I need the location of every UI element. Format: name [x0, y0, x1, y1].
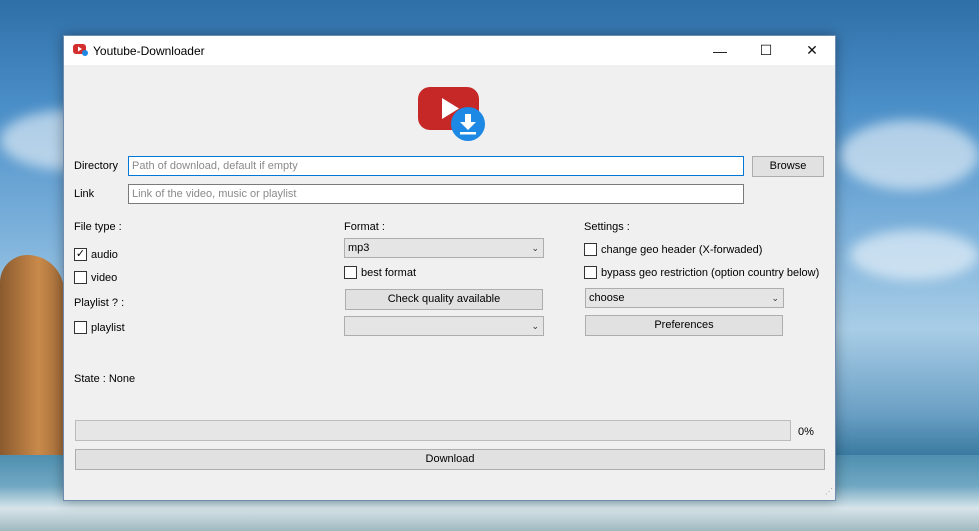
- country-selected: choose: [589, 292, 625, 304]
- state-text: State : None: [74, 373, 136, 385]
- progress-percent: 0%: [798, 426, 814, 438]
- youtube-download-logo: [418, 87, 485, 141]
- preferences-button[interactable]: Preferences: [585, 315, 783, 336]
- playlist-label: playlist: [91, 321, 125, 334]
- settings-heading: Settings :: [584, 221, 630, 233]
- chevron-down-icon: ⌄: [771, 293, 779, 303]
- video-label: video: [91, 271, 118, 284]
- resize-grip-icon[interactable]: ⋰: [823, 488, 833, 498]
- geo-header-checkbox[interactable]: change geo header (X-forwaded): [584, 243, 762, 256]
- best-format-label: best format: [361, 266, 417, 279]
- format-select[interactable]: mp3 ⌄: [344, 238, 544, 258]
- audio-checkbox-box[interactable]: ✓: [74, 248, 87, 261]
- format-selected: mp3: [348, 242, 370, 254]
- link-label: Link: [74, 188, 95, 200]
- geo-header-label: change geo header (X-forwaded): [601, 243, 763, 256]
- close-button[interactable]: ✕: [789, 36, 835, 65]
- title-bar[interactable]: Youtube-Downloader — ☐ ✕: [64, 36, 835, 65]
- playlist-heading: Playlist ? :: [74, 297, 125, 309]
- link-input[interactable]: [128, 184, 744, 204]
- download-button[interactable]: Download: [75, 449, 825, 470]
- playlist-checkbox-box[interactable]: [74, 321, 87, 334]
- geo-header-checkbox-box[interactable]: [584, 243, 597, 256]
- checkmark-icon: ✓: [75, 248, 86, 260]
- directory-label: Directory: [74, 160, 119, 172]
- chevron-down-icon: ⌄: [531, 321, 539, 331]
- minimize-icon: —: [713, 42, 727, 59]
- directory-input[interactable]: [128, 156, 744, 176]
- bypass-geo-checkbox-box[interactable]: [584, 266, 597, 279]
- download-progress-bar: [75, 420, 791, 441]
- country-select[interactable]: choose ⌄: [585, 288, 784, 308]
- close-icon: ✕: [806, 42, 818, 58]
- maximize-button[interactable]: ☐: [743, 36, 789, 65]
- youtube-download-icon: [73, 44, 88, 56]
- audio-checkbox[interactable]: ✓ audio: [74, 248, 118, 261]
- quality-select[interactable]: ⌄: [344, 316, 544, 336]
- browse-button[interactable]: Browse: [752, 156, 824, 177]
- window-title: Youtube-Downloader: [93, 44, 205, 58]
- bypass-geo-checkbox[interactable]: bypass geo restriction (option country b…: [584, 266, 819, 279]
- bypass-geo-label: bypass geo restriction (option country b…: [601, 266, 820, 279]
- minimize-button[interactable]: —: [697, 36, 743, 65]
- maximize-icon: ☐: [759, 42, 773, 58]
- video-checkbox[interactable]: video: [74, 271, 117, 284]
- playlist-checkbox[interactable]: playlist: [74, 321, 125, 334]
- check-quality-button[interactable]: Check quality available: [345, 289, 543, 310]
- best-format-checkbox[interactable]: best format: [344, 266, 416, 279]
- file-type-heading: File type :: [74, 221, 122, 233]
- chevron-down-icon: ⌄: [531, 243, 539, 253]
- format-heading: Format :: [344, 221, 385, 233]
- app-window: Youtube-Downloader — ☐ ✕ Directory Brows…: [63, 35, 836, 501]
- video-checkbox-box[interactable]: [74, 271, 87, 284]
- audio-label: audio: [91, 248, 118, 261]
- best-format-checkbox-box[interactable]: [344, 266, 357, 279]
